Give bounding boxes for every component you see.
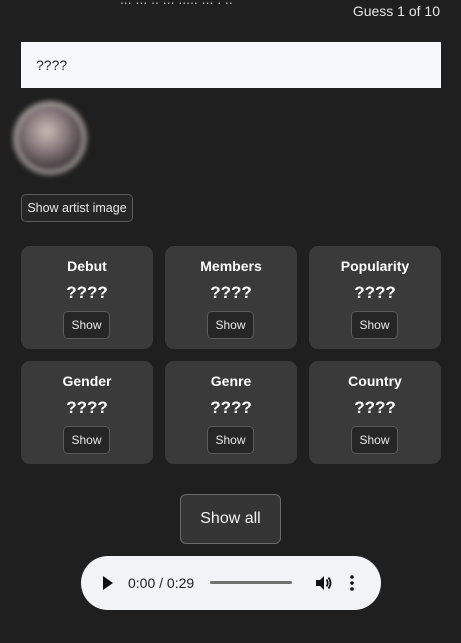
show-genre-button[interactable]: Show	[207, 426, 254, 454]
card-title: Genre	[210, 373, 252, 389]
members-card: Members ???? Show	[165, 246, 297, 349]
card-value: ????	[210, 283, 252, 302]
show-members-button[interactable]: Show	[207, 311, 254, 339]
show-gender-button[interactable]: Show	[63, 426, 110, 454]
seek-bar[interactable]	[210, 581, 292, 584]
show-all-button[interactable]: Show all	[180, 494, 281, 544]
play-icon[interactable]	[103, 576, 113, 590]
genre-card: Genre ???? Show	[165, 361, 297, 464]
card-value: ????	[354, 283, 396, 302]
guess-counter: Guess 1 of 10	[352, 3, 440, 19]
card-title: Members	[200, 258, 262, 274]
cut-off-header-text: ... ... .. ... ..... ... . ..	[120, 0, 233, 7]
show-popularity-button[interactable]: Show	[351, 311, 398, 339]
card-value: ????	[66, 398, 108, 417]
debut-card: Debut ???? Show	[21, 246, 153, 349]
answer-field: ????	[21, 42, 441, 88]
card-title: Debut	[67, 258, 107, 274]
show-debut-button[interactable]: Show	[63, 311, 110, 339]
artist-image-blurred	[17, 105, 83, 171]
card-value: ????	[66, 283, 108, 302]
card-title: Gender	[62, 373, 112, 389]
card-value: ????	[210, 398, 252, 417]
more-options-icon[interactable]	[349, 574, 355, 592]
gender-card: Gender ???? Show	[21, 361, 153, 464]
country-card: Country ???? Show	[309, 361, 441, 464]
volume-icon[interactable]	[313, 573, 333, 593]
popularity-card: Popularity ???? Show	[309, 246, 441, 349]
card-title: Country	[348, 373, 402, 389]
show-artist-image-button[interactable]: Show artist image	[21, 194, 133, 222]
show-country-button[interactable]: Show	[351, 426, 398, 454]
audio-player: 0:00 / 0:29	[81, 556, 381, 610]
card-value: ????	[354, 398, 396, 417]
card-title: Popularity	[340, 258, 410, 274]
time-readout: 0:00 / 0:29	[128, 575, 195, 591]
